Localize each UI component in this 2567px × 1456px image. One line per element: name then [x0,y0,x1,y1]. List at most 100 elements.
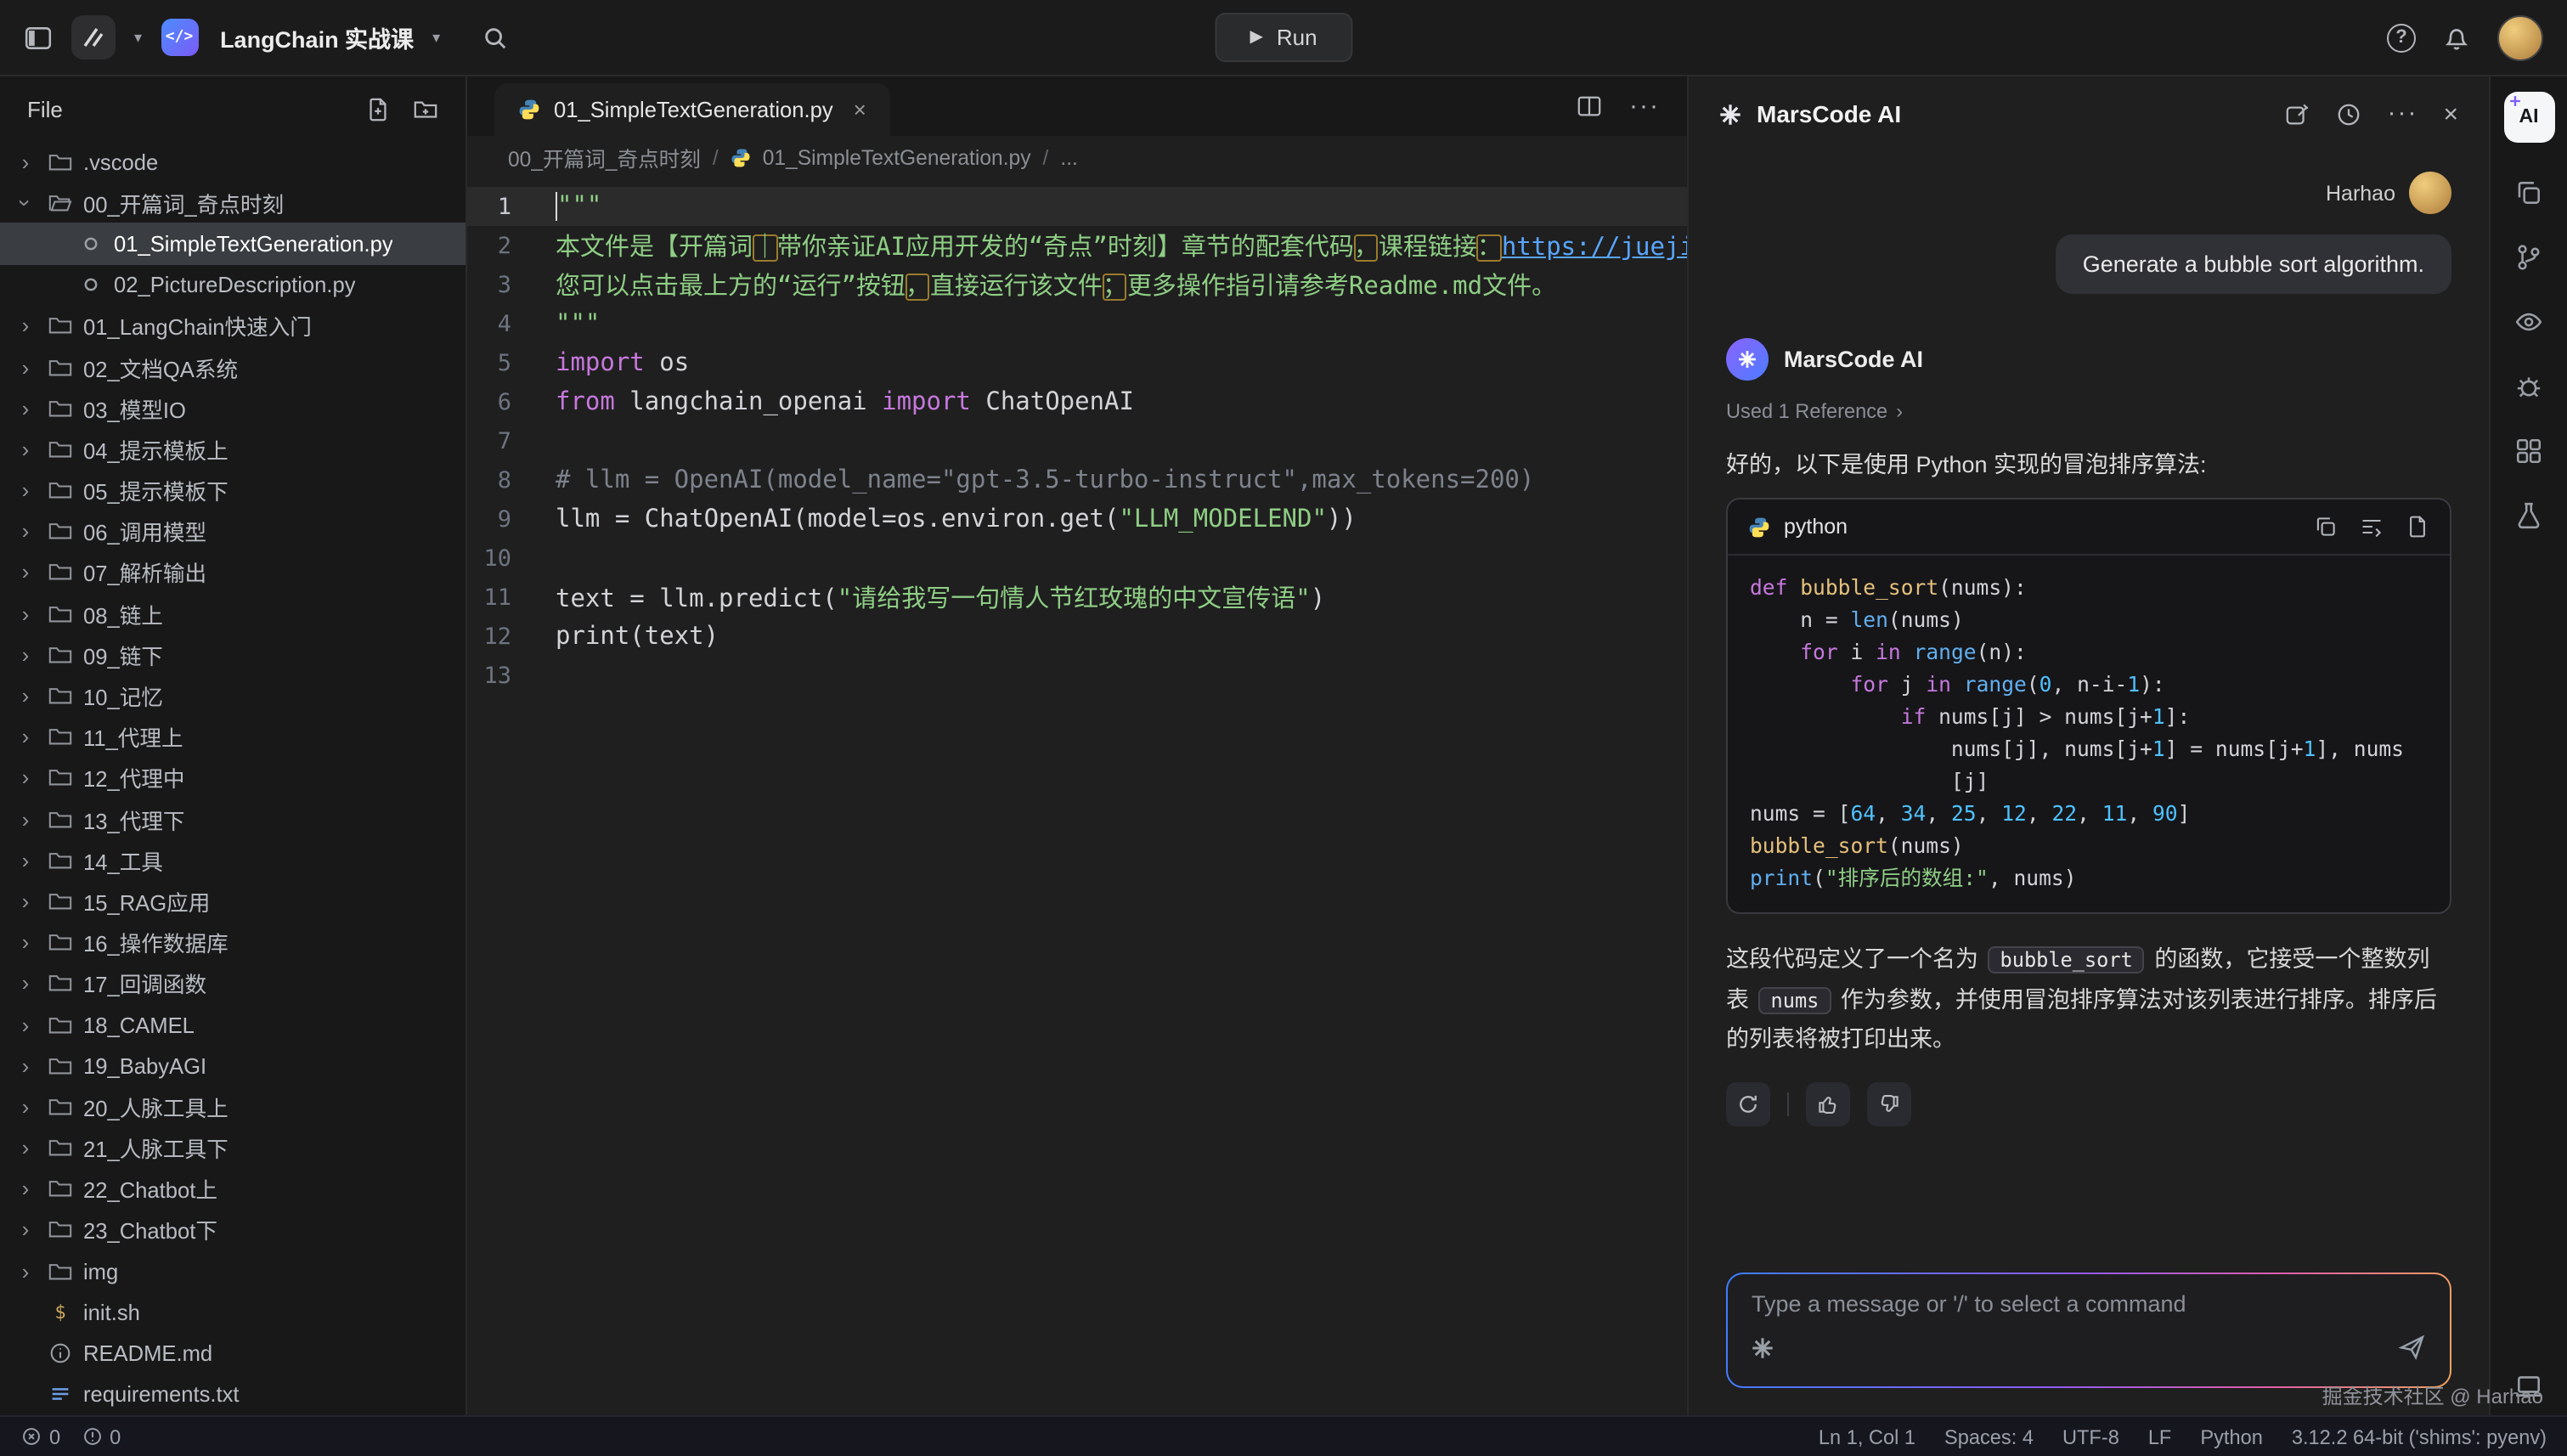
split-editor-icon[interactable] [1577,93,1602,119]
code-editor[interactable]: 1"""2本文件是【开篇词｜带你亲证AI应用开发的“奇点”时刻】章节的配套代码，… [467,180,1687,1415]
new-folder-icon[interactable] [413,96,438,121]
tree-item[interactable]: requirements.txt [0,1374,465,1414]
tree-item[interactable]: ›21_人脉工具下 [0,1127,465,1168]
chat-input-box[interactable] [1726,1273,2451,1388]
new-file-icon[interactable] [2406,515,2429,539]
sidebar-toggle-icon[interactable] [24,23,53,52]
code-block-body[interactable]: def bubble_sort(nums): n = len(nums) for… [1728,556,2450,912]
status-item[interactable]: Spaces: 4 [1944,1425,2034,1448]
user-avatar[interactable] [2497,14,2543,60]
regenerate-icon[interactable] [1726,1082,1770,1126]
tree-item[interactable]: $init.sh [0,1292,465,1333]
tree-item-label: 23_Chatbot下 [83,1214,217,1246]
breadcrumb-folder[interactable]: 00_开篇词_奇点时刻 [508,143,701,173]
reference-link[interactable]: Used 1 Reference › [1726,399,2451,423]
breadcrumb-more[interactable]: ... [1060,146,1078,170]
tree-item[interactable]: ›23_Chatbot下 [0,1210,465,1250]
chat-input[interactable] [1752,1291,2426,1317]
ai-code-line: for i in range(n): [1750,637,2428,669]
code-line: 2本文件是【开篇词｜带你亲证AI应用开发的“奇点”时刻】章节的配套代码，课程链接… [467,226,1687,265]
new-file-icon[interactable] [365,96,391,121]
app-logo[interactable] [71,15,116,59]
folder-icon [48,1094,73,1120]
project-icon[interactable]: </> [161,19,198,56]
more-actions-icon[interactable]: ··· [1629,98,1660,115]
bug-icon[interactable] [2514,372,2543,401]
tree-item[interactable]: 01_SimpleTextGeneration.py [0,223,465,264]
marscode-trigger-icon[interactable] [1752,1336,1774,1358]
tree-item[interactable]: ›08_链上 [0,593,465,634]
tree-item[interactable]: ›02_文档QA系统 [0,347,465,387]
tree-item[interactable]: ›img [0,1250,465,1291]
tree-item[interactable]: ›20_人脉工具上 [0,1086,465,1127]
status-item[interactable]: Python [2200,1425,2262,1448]
tree-item[interactable]: ›05_提示模板下 [0,470,465,511]
run-button[interactable]: ▶ Run [1214,13,1352,62]
tree-item[interactable]: ›18_CAMEL [0,1004,465,1045]
status-item[interactable]: UTF-8 [2062,1425,2119,1448]
chevron-down-icon[interactable]: ▾ [134,28,142,47]
tree-item[interactable]: ›17_回调函数 [0,963,465,1004]
tree-item[interactable]: ›00_开篇词_奇点时刻 [0,182,465,223]
code-line: 9llm = ChatOpenAI(model=os.environ.get("… [467,499,1687,539]
chevron-down-icon[interactable]: ▾ [432,28,440,47]
tree-item[interactable]: ›15_RAG应用 [0,881,465,922]
tree-item[interactable]: ›03_模型IO [0,387,465,428]
code-block: python def b [1726,498,2451,914]
more-icon[interactable]: ··· [2387,105,2417,122]
tree-item[interactable]: README.md [0,1333,465,1374]
status-item[interactable]: LF [2148,1425,2172,1448]
ai-code-line: n = len(nums) [1750,605,2428,637]
close-tab-icon[interactable]: × [854,97,866,122]
help-icon[interactable]: ? [2387,23,2416,52]
tree-item[interactable]: ›09_链下 [0,635,465,675]
tree-item[interactable]: ›06_调用模型 [0,511,465,551]
folder-icon [48,1135,73,1160]
copy-icon[interactable] [2314,515,2338,539]
git-branch-icon[interactable] [2514,243,2543,272]
tree-item[interactable]: ›12_代理中 [0,758,465,799]
status-item[interactable]: 3.12.2 64-bit ('shims': pyenv) [2292,1425,2547,1448]
tree-item[interactable]: ›19_BabyAGI [0,1045,465,1086]
history-icon[interactable] [2336,101,2361,127]
tree-item[interactable]: 02_PictureDescription.py [0,264,465,305]
ai-code-line: if nums[j] > nums[j+1]: [1750,702,2428,734]
breadcrumb-file[interactable]: 01_SimpleTextGeneration.py [763,146,1031,170]
tree-item[interactable]: ›14_工具 [0,839,465,880]
new-chat-icon[interactable] [2285,101,2310,127]
thumbs-up-icon[interactable] [1806,1082,1850,1126]
insert-code-icon[interactable] [2360,515,2384,539]
tab-simple-text-generation[interactable]: 01_SimpleTextGeneration.py × [494,83,890,136]
tree-item[interactable]: ›22_Chatbot上 [0,1168,465,1209]
close-icon[interactable]: × [2443,99,2458,128]
tree-item[interactable]: ›13_代理下 [0,799,465,839]
tree-item[interactable]: ›04_提示模板上 [0,429,465,470]
errors-indicator[interactable]: 0 [20,1425,60,1448]
send-icon[interactable] [2399,1334,2426,1361]
warnings-indicator[interactable]: 0 [81,1425,121,1448]
tree-item[interactable]: ›10_记忆 [0,675,465,716]
tree-item[interactable]: ›16_操作数据库 [0,922,465,962]
tree-item-label: 15_RAG应用 [83,885,210,917]
status-item[interactable]: Ln 1, Col 1 [1819,1425,1915,1448]
tree-item-label: requirements.txt [83,1381,240,1407]
search-icon[interactable] [482,25,508,50]
flask-icon[interactable] [2514,501,2543,530]
project-name[interactable]: LangChain 实战课 [220,20,414,54]
tree-item-label: 01_SimpleTextGeneration.py [114,231,393,257]
files-icon[interactable] [2514,178,2543,207]
thumbs-down-icon[interactable] [1867,1082,1911,1126]
grid-icon[interactable] [2514,437,2543,466]
tree-item[interactable]: ›.vscode [0,141,465,182]
eye-icon[interactable] [2514,308,2543,336]
ai-panel-badge[interactable]: AI [2503,92,2554,143]
bell-icon[interactable] [2443,24,2470,51]
python-icon [731,148,751,168]
tree-item[interactable]: ›07_解析输出 [0,552,465,593]
tree-item[interactable]: ›01_LangChain快速入门 [0,306,465,347]
tree-item[interactable]: ›11_代理上 [0,716,465,757]
breadcrumb-separator: / [1043,146,1049,170]
tree-item-label: 20_人脉工具上 [83,1091,228,1123]
folder-icon [48,601,73,626]
code-line: 8# llm = OpenAI(model_name="gpt-3.5-turb… [467,460,1687,499]
